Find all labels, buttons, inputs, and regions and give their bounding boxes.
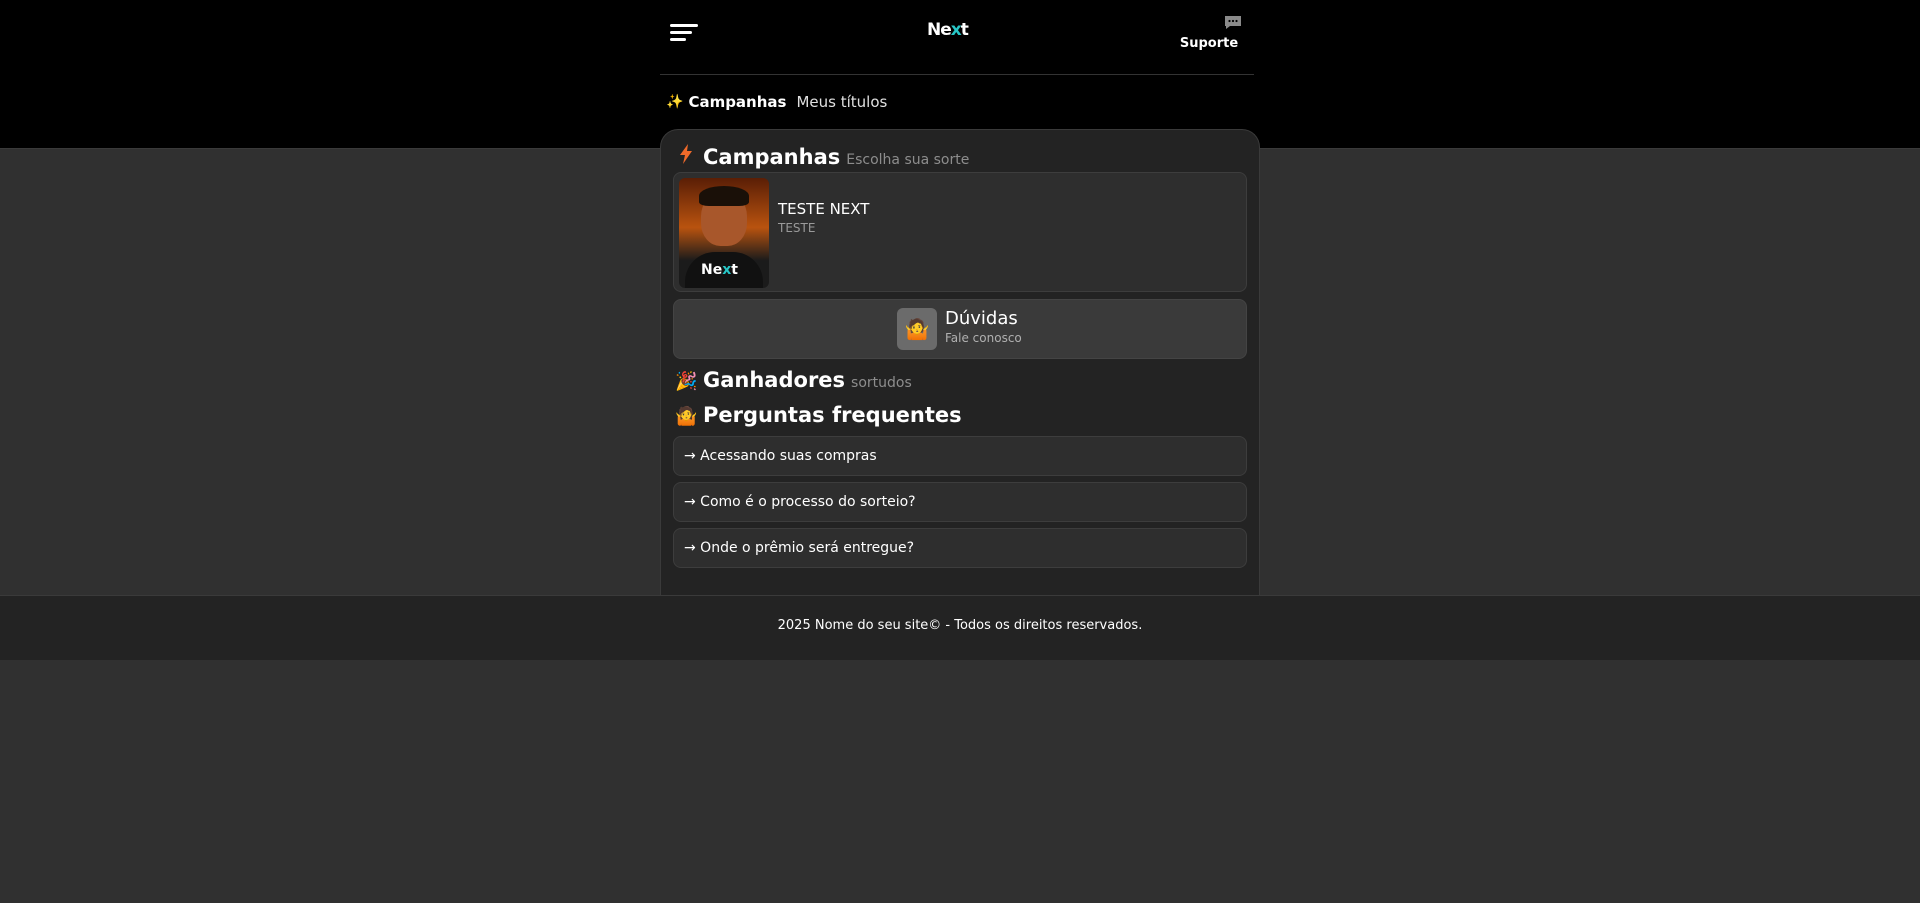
campaign-title: TESTE NEXT [778, 200, 870, 218]
winners-title: Ganhadores [703, 368, 846, 392]
shrug-icon: 🤷 [675, 406, 698, 427]
nav-campaigns-label: Campanhas [688, 93, 787, 111]
logo[interactable]: Next [927, 20, 973, 44]
footer: 2025 Nome do seu site© - Todos os direit… [0, 595, 1920, 660]
doubts-title: Dúvidas [945, 308, 1018, 329]
top-nav: ✨ Campanhas Meus títulos [666, 91, 887, 113]
nav-campaigns[interactable]: ✨ Campanhas [666, 93, 786, 111]
faq-item[interactable]: → Onde o prêmio será entregue? [673, 528, 1247, 568]
logo-accent: x [950, 20, 962, 40]
doubts-subtitle: Fale conosco [945, 331, 1022, 345]
chat-icon [1225, 16, 1241, 29]
party-popper-icon: 🎉 [675, 371, 698, 392]
campaign-image: Next [679, 178, 769, 288]
winners-subtitle: sortudos [851, 375, 912, 391]
winners-heading: 🎉 Ganhadores sortudos [675, 368, 912, 392]
faq-heading: 🤷 Perguntas frequentes [675, 403, 962, 427]
faq-item[interactable]: → Como é o processo do sorteio? [673, 482, 1247, 522]
main-card: Campanhas Escolha sua sorte Next TESTE N… [660, 129, 1260, 595]
footer-text: 2025 Nome do seu site© - Todos os direit… [777, 618, 1143, 633]
support-label: Suporte [1179, 36, 1239, 51]
support-button[interactable]: Suporte [1174, 15, 1244, 59]
logo-text-end: t [960, 20, 969, 40]
menu-icon[interactable] [670, 24, 698, 42]
campaigns-title: Campanhas [703, 145, 841, 169]
faq-item[interactable]: → Acessando suas compras [673, 436, 1247, 476]
campaigns-subtitle: Escolha sua sorte [846, 152, 970, 168]
header: Next Suporte [660, 0, 1254, 75]
campaign-subtitle: TESTE [778, 221, 816, 235]
campaigns-heading: Campanhas Escolha sua sorte [675, 144, 969, 169]
lightning-icon [675, 144, 697, 169]
doubts-button[interactable]: 🤷 Dúvidas Fale conosco [673, 299, 1247, 359]
shrug-icon: 🤷 [897, 308, 937, 350]
logo-text: Ne [927, 20, 952, 40]
sparkle-icon: ✨ [666, 94, 684, 110]
nav-my-titles[interactable]: Meus títulos [796, 93, 887, 111]
campaign-card[interactable]: Next TESTE NEXT TESTE [673, 172, 1247, 292]
campaign-image-logo: Next [701, 262, 738, 278]
faq-title: Perguntas frequentes [703, 403, 962, 427]
